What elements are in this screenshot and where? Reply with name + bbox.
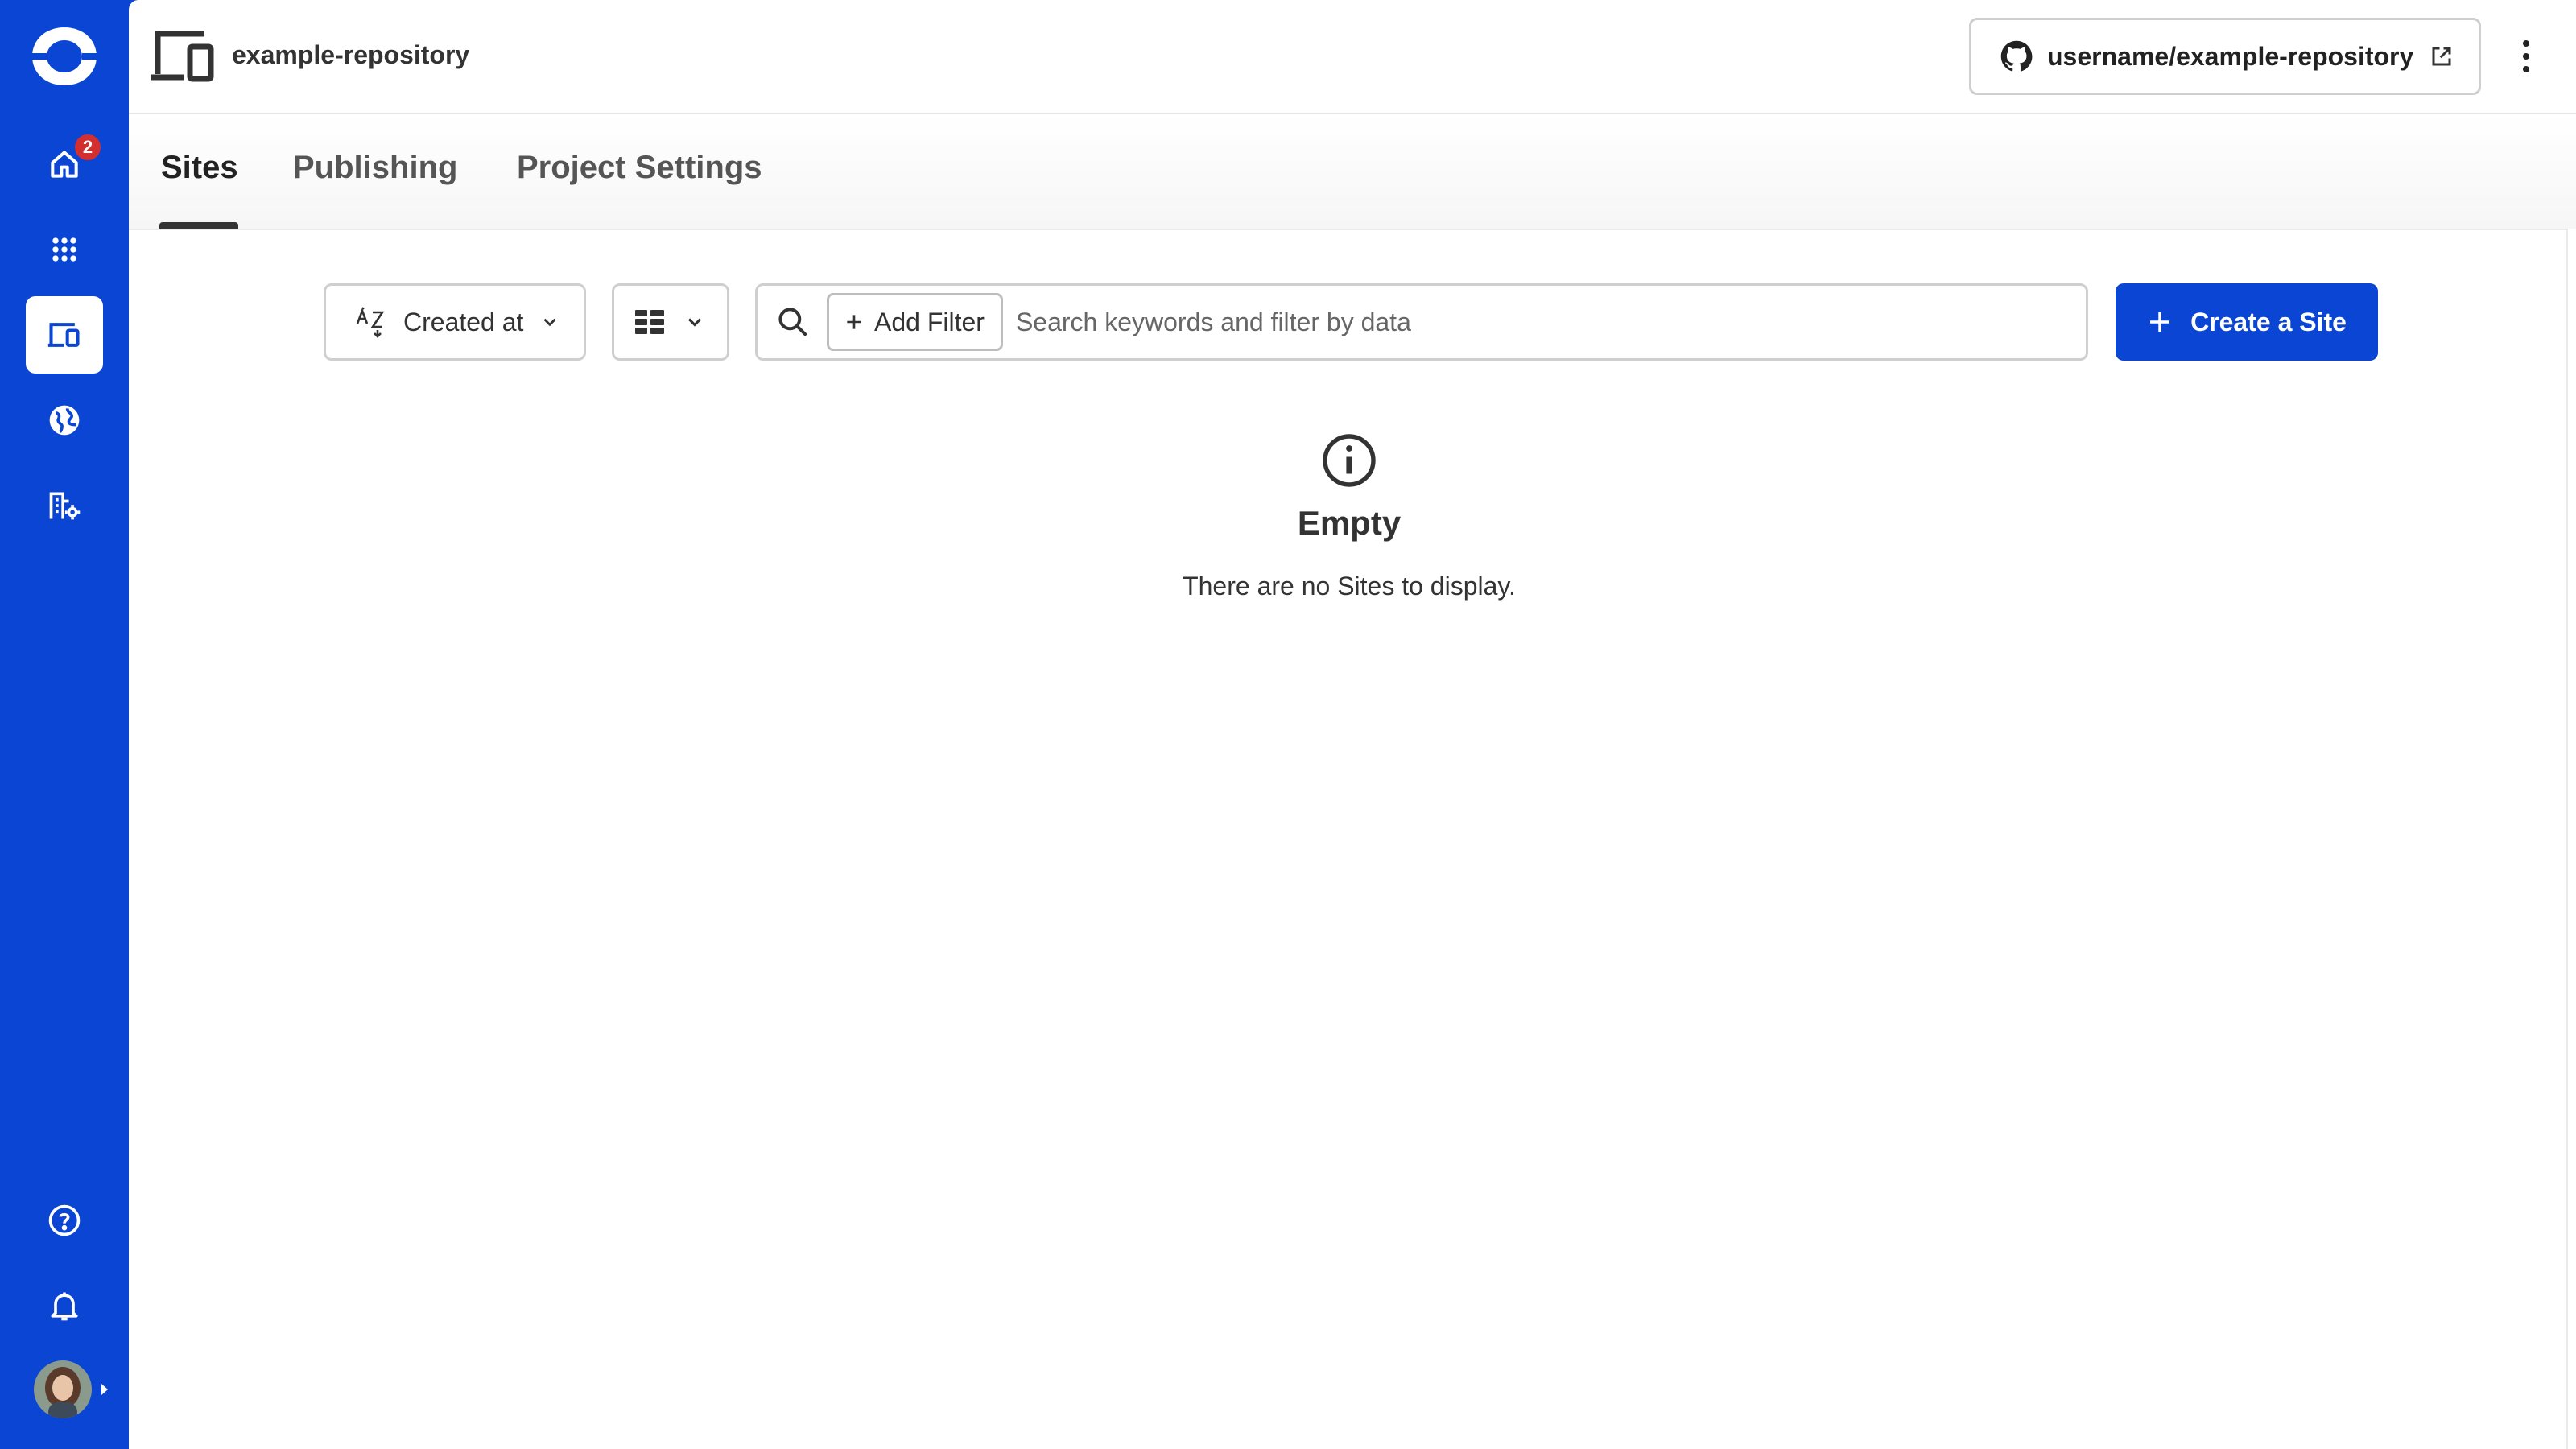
- search-input[interactable]: [1015, 307, 2086, 337]
- nav-notifications-button[interactable]: [26, 1267, 103, 1344]
- nav-help-button[interactable]: [26, 1182, 103, 1259]
- apps-grid-icon: [52, 237, 76, 262]
- bell-icon: [51, 1292, 78, 1321]
- organization-settings-icon: [49, 492, 80, 520]
- create-site-button[interactable]: Create a Site: [2116, 283, 2378, 361]
- tab-bar: Sites Publishing Project Settings: [129, 114, 2576, 229]
- tab-project-settings[interactable]: Project Settings: [517, 150, 762, 186]
- add-filter-label: Add Filter: [874, 307, 985, 336]
- tab-publishing[interactable]: Publishing: [293, 150, 457, 186]
- github-icon: [2000, 40, 2033, 72]
- main-panel: example-repository username/example-repo…: [129, 0, 2576, 1449]
- repository-link-button[interactable]: username/example-repository: [1969, 18, 2481, 95]
- plus-icon: [2150, 312, 2170, 332]
- devices-icon: [151, 31, 214, 82]
- empty-state-title: Empty: [1297, 504, 1402, 542]
- tab-sites[interactable]: Sites: [161, 150, 238, 186]
- chevron-down-icon: [543, 318, 556, 327]
- user-avatar[interactable]: [34, 1360, 92, 1418]
- search-icon: [778, 308, 807, 336]
- app-logo-icon[interactable]: [29, 24, 100, 89]
- info-icon: [1323, 434, 1376, 487]
- nav-organization-button[interactable]: [26, 467, 103, 544]
- add-filter-button[interactable]: Add Filter: [827, 293, 1003, 351]
- sort-alphabetical-icon: [356, 307, 385, 338]
- sort-label: Created at: [403, 307, 524, 336]
- devices-icon: [47, 323, 80, 347]
- sort-dropdown[interactable]: Created at: [324, 283, 586, 361]
- nav-globe-button[interactable]: [26, 382, 103, 459]
- view-mode-dropdown[interactable]: [612, 283, 729, 361]
- caret-right-icon[interactable]: [98, 1381, 111, 1398]
- grid-view-icon: [635, 310, 664, 334]
- create-site-label: Create a Site: [2190, 307, 2347, 336]
- nav-projects-button[interactable]: [26, 296, 103, 374]
- plus-icon: [847, 315, 861, 329]
- help-icon: [48, 1204, 80, 1236]
- project-name: example-repository: [232, 40, 470, 69]
- user-portrait-icon: [34, 1360, 92, 1418]
- left-nav-rail: 2: [0, 0, 129, 1449]
- active-tab-indicator: [159, 222, 238, 229]
- notification-count-badge: 2: [72, 132, 103, 163]
- nav-apps-button[interactable]: [26, 211, 103, 288]
- more-options-icon[interactable]: [2516, 35, 2536, 77]
- top-bar: example-repository username/example-repo…: [129, 0, 2576, 114]
- nav-home-button[interactable]: 2: [26, 126, 103, 203]
- chevron-down-icon: [687, 318, 702, 327]
- external-link-icon: [2432, 47, 2451, 66]
- empty-state-message: There are no Sites to display.: [1183, 572, 1516, 601]
- repository-link-label: username/example-repository: [2047, 41, 2414, 71]
- globe-icon: [49, 405, 80, 436]
- search-bar: Add Filter: [755, 283, 2088, 361]
- sites-content: Created at Add Filter Search keywords an…: [129, 229, 2568, 1449]
